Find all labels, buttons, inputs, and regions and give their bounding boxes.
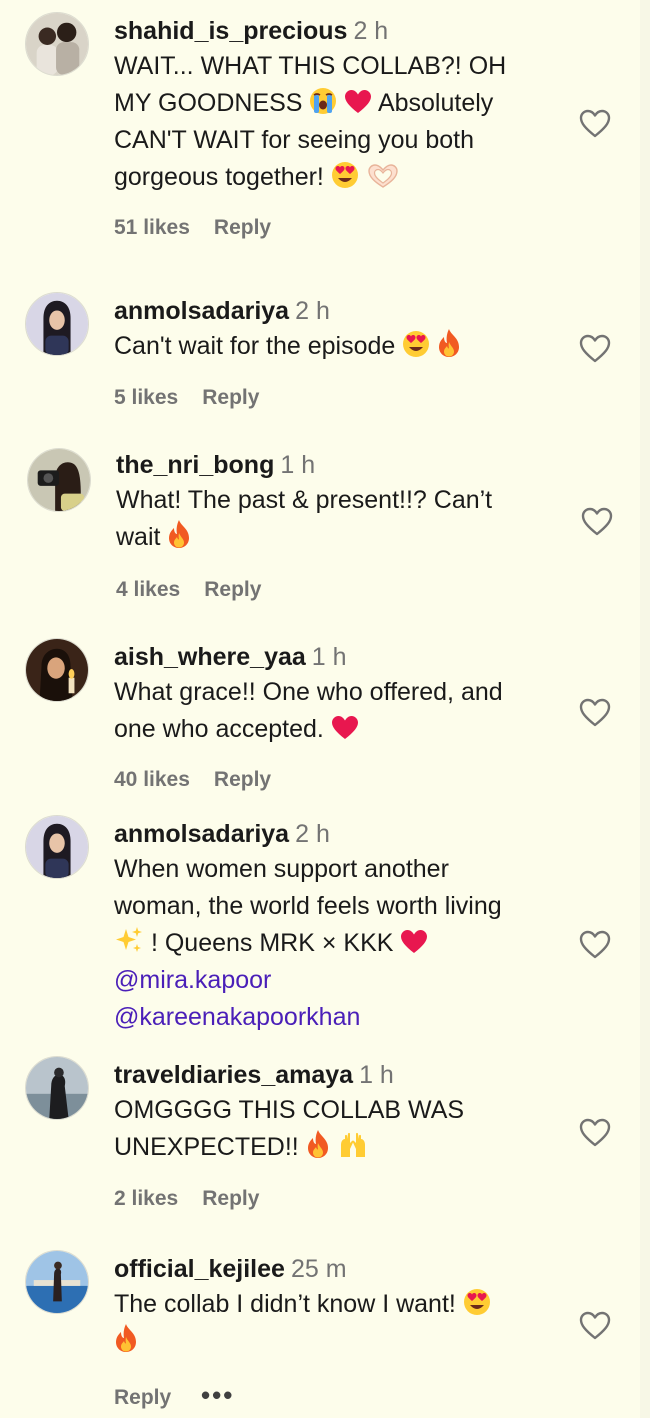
reply-button[interactable]: Reply <box>204 578 261 601</box>
raising-hands-icon <box>337 1131 369 1159</box>
like-heart-icon[interactable] <box>579 334 611 364</box>
like-heart-icon[interactable] <box>581 507 613 537</box>
reply-button[interactable]: Reply <box>214 216 271 239</box>
comment-item: traveldiaries_amaya 1 h OMGGGG THIS COLLA… <box>0 1050 650 1240</box>
like-count[interactable]: 2 likes <box>114 1187 178 1210</box>
comment-time: 2 h <box>295 297 330 325</box>
comment-time: 2 h <box>353 17 389 45</box>
user-avatar[interactable] <box>25 1250 89 1314</box>
like-count[interactable]: 4 likes <box>116 578 180 601</box>
red-heart-icon <box>400 929 428 955</box>
comment-item: shahid_is_precious 2 h WAIT... WHAT THIS … <box>0 0 650 270</box>
username[interactable]: shahid_is_precious <box>114 17 347 45</box>
loudly-crying-face-icon <box>309 87 337 115</box>
user-avatar[interactable] <box>25 12 89 76</box>
avatar-girl-photo-icon <box>26 816 88 878</box>
avatar-couple-photo-icon <box>26 13 88 75</box>
user-avatar[interactable] <box>25 638 89 702</box>
fire-icon <box>437 328 461 358</box>
heart-hands-icon <box>366 163 400 189</box>
comment-item: official_kejilee 25 m The collab I didn’t… <box>0 1240 650 1418</box>
fire-icon <box>114 1323 138 1353</box>
comment-text: The collab I didn’t know I want! <box>114 1286 564 1360</box>
user-avatar[interactable] <box>27 448 91 512</box>
comment-item: anmolsadariya 2 h When women support anot… <box>0 815 650 1050</box>
avatar-girl-photo-icon <box>26 293 88 355</box>
comment-time: 25 m <box>290 1255 347 1283</box>
avatar-candle-photo-icon <box>26 639 88 701</box>
red-heart-icon <box>344 89 372 115</box>
username[interactable]: aish_where_yaa <box>114 643 306 671</box>
heart-eyes-icon <box>463 1288 491 1316</box>
like-heart-icon[interactable] <box>579 1311 611 1341</box>
comment-text: OMGGGG THIS COLLAB WAS UNEXPECTED!! <box>114 1096 465 1161</box>
comment-text: When women support another woman, the wo… <box>114 851 574 1036</box>
comment-time: 1 h <box>280 451 316 479</box>
avatar-beach-photo-icon <box>26 1057 88 1119</box>
avatar-camera-photo-icon <box>28 449 90 511</box>
user-avatar[interactable] <box>25 1056 89 1120</box>
mention-link[interactable]: @mira.kapoor <box>114 962 574 999</box>
like-heart-icon[interactable] <box>579 109 611 139</box>
username[interactable]: anmolsadariya <box>114 820 289 848</box>
reply-button[interactable]: Reply <box>202 386 259 409</box>
user-avatar[interactable] <box>25 292 89 356</box>
comment-time: 1 h <box>311 643 347 671</box>
mention-link[interactable]: @kareenakapoorkhan <box>114 999 574 1036</box>
sparkles-icon <box>114 925 144 955</box>
username[interactable]: traveldiaries_amaya <box>114 1061 353 1089</box>
reply-button[interactable]: Reply <box>114 1386 171 1409</box>
red-heart-icon <box>331 715 359 741</box>
comment-item: aish_where_yaa 1 h What grace!! One who o… <box>0 630 650 815</box>
fire-icon <box>167 519 191 549</box>
comment-item: the_nri_bong 1 h What! The past & present… <box>0 440 650 630</box>
like-heart-icon[interactable] <box>579 698 611 728</box>
comment-text: What grace!! One who offered, and one wh… <box>114 678 503 743</box>
comment-time: 1 h <box>359 1061 394 1089</box>
like-heart-icon[interactable] <box>579 930 611 960</box>
comment-text: WAIT... WHAT THIS COLLAB?! OH MY GOODNES… <box>114 52 507 191</box>
username[interactable]: the_nri_bong <box>116 451 274 479</box>
reply-button[interactable]: Reply <box>202 1187 259 1210</box>
comment-item: anmolsadariya 2 h Can't wait for the epis… <box>0 270 650 440</box>
reply-button[interactable]: Reply <box>214 768 271 791</box>
username[interactable]: anmolsadariya <box>114 297 289 325</box>
like-count[interactable]: 5 likes <box>114 386 178 409</box>
heart-eyes-icon <box>331 161 359 189</box>
user-avatar[interactable] <box>25 815 89 879</box>
comment-text: Can't wait for the episode <box>114 328 564 365</box>
comment-time: 2 h <box>295 820 330 848</box>
like-count[interactable]: 40 likes <box>114 768 190 791</box>
comment-text: What! The past & present!!? Can’t wait <box>116 486 493 551</box>
heart-eyes-icon <box>402 330 430 358</box>
like-count[interactable]: 51 likes <box>114 216 190 239</box>
username[interactable]: official_kejilee <box>114 1255 285 1283</box>
avatar-pool-photo-icon <box>26 1251 88 1313</box>
fire-icon <box>306 1129 330 1159</box>
more-options-icon[interactable]: ••• <box>201 1380 234 1410</box>
like-heart-icon[interactable] <box>579 1118 611 1148</box>
